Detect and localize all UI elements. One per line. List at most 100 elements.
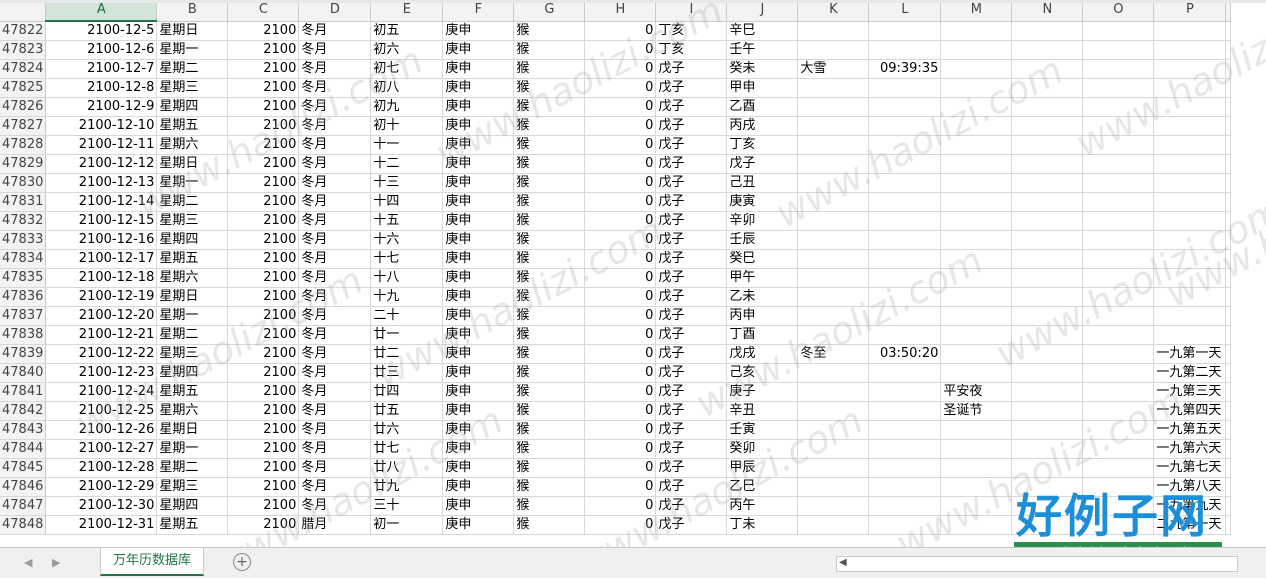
cell-k[interactable] xyxy=(797,211,870,231)
cell-partial[interactable] xyxy=(1225,173,1232,193)
cell-h[interactable]: 0 xyxy=(584,211,657,231)
select-all-corner[interactable] xyxy=(0,0,47,22)
cell-i[interactable]: 戊子 xyxy=(655,477,728,497)
cell-h[interactable]: 0 xyxy=(584,306,657,326)
cell-j[interactable]: 丁未 xyxy=(726,515,799,535)
cell-d[interactable]: 冬月 xyxy=(298,344,372,364)
cell-e[interactable]: 二十 xyxy=(370,306,444,326)
cell-i[interactable]: 戊子 xyxy=(655,211,728,231)
cell-o[interactable] xyxy=(1082,154,1155,174)
cell-a[interactable]: 2100-12-13 xyxy=(45,173,158,193)
cell-p[interactable] xyxy=(1153,116,1227,136)
row-header[interactable]: 47828 xyxy=(0,135,47,155)
cell-a[interactable]: 2100-12-8 xyxy=(45,78,158,98)
cell-a[interactable]: 2100-12-10 xyxy=(45,116,158,136)
cell-m[interactable] xyxy=(940,230,1013,250)
cell-partial[interactable] xyxy=(1225,496,1232,516)
cell-f[interactable]: 庚申 xyxy=(442,59,515,79)
cell-o[interactable] xyxy=(1082,401,1155,421)
cell-l[interactable] xyxy=(868,496,942,516)
cell-a[interactable]: 2100-12-20 xyxy=(45,306,158,326)
row-header[interactable]: 47825 xyxy=(0,78,47,98)
cell-p[interactable]: 一九第三天 xyxy=(1153,382,1227,402)
cell-g[interactable]: 猴 xyxy=(513,116,586,136)
cell-a[interactable]: 2100-12-11 xyxy=(45,135,158,155)
cell-c[interactable]: 2100 xyxy=(227,496,300,516)
cell-c[interactable]: 2100 xyxy=(227,458,300,478)
cell-f[interactable]: 庚申 xyxy=(442,268,515,288)
cell-p[interactable] xyxy=(1153,268,1227,288)
cell-b[interactable]: 星期二 xyxy=(156,325,229,345)
cell-d[interactable]: 冬月 xyxy=(298,496,372,516)
cell-l[interactable] xyxy=(868,458,942,478)
cell-j[interactable]: 庚子 xyxy=(726,382,799,402)
cell-f[interactable]: 庚申 xyxy=(442,287,515,307)
cell-k[interactable] xyxy=(797,21,870,41)
cell-f[interactable]: 庚申 xyxy=(442,477,515,497)
cell-a[interactable]: 2100-12-5 xyxy=(45,21,158,41)
cell-j[interactable]: 壬寅 xyxy=(726,420,799,440)
cell-i[interactable]: 戊子 xyxy=(655,230,728,250)
cell-n[interactable] xyxy=(1011,116,1084,136)
cell-e[interactable]: 初十 xyxy=(370,116,444,136)
cell-n[interactable] xyxy=(1011,306,1084,326)
cell-partial[interactable] xyxy=(1225,344,1232,364)
cell-i[interactable]: 戊子 xyxy=(655,325,728,345)
cell-j[interactable]: 癸未 xyxy=(726,59,799,79)
cell-k[interactable] xyxy=(797,496,870,516)
cell-i[interactable]: 戊子 xyxy=(655,59,728,79)
cell-o[interactable] xyxy=(1082,496,1155,516)
cell-n[interactable] xyxy=(1011,230,1084,250)
cell-n[interactable] xyxy=(1011,135,1084,155)
cell-h[interactable]: 0 xyxy=(584,496,657,516)
cell-a[interactable]: 2100-12-6 xyxy=(45,40,158,60)
row-header[interactable]: 47846 xyxy=(0,477,47,497)
cell-m[interactable] xyxy=(940,287,1013,307)
cell-partial[interactable] xyxy=(1225,325,1232,345)
cell-o[interactable] xyxy=(1082,515,1155,535)
cell-h[interactable]: 0 xyxy=(584,116,657,136)
cell-e[interactable]: 十七 xyxy=(370,249,444,269)
cell-partial[interactable] xyxy=(1225,97,1232,117)
cell-d[interactable]: 冬月 xyxy=(298,211,372,231)
cell-g[interactable]: 猴 xyxy=(513,515,586,535)
cell-f[interactable]: 庚申 xyxy=(442,230,515,250)
cell-n[interactable] xyxy=(1011,363,1084,383)
cell-partial[interactable] xyxy=(1225,211,1232,231)
cell-e[interactable]: 初七 xyxy=(370,59,444,79)
row-header[interactable]: 47836 xyxy=(0,287,47,307)
cell-i[interactable]: 戊子 xyxy=(655,458,728,478)
cell-m[interactable] xyxy=(940,211,1013,231)
row-header[interactable]: 47839 xyxy=(0,344,47,364)
cell-m[interactable] xyxy=(940,420,1013,440)
cell-g[interactable]: 猴 xyxy=(513,97,586,117)
cell-c[interactable]: 2100 xyxy=(227,97,300,117)
cell-c[interactable]: 2100 xyxy=(227,249,300,269)
cell-o[interactable] xyxy=(1082,135,1155,155)
cell-m[interactable] xyxy=(940,515,1013,535)
cell-l[interactable] xyxy=(868,249,942,269)
cell-b[interactable]: 星期四 xyxy=(156,496,229,516)
cell-n[interactable] xyxy=(1011,420,1084,440)
cell-p[interactable] xyxy=(1153,173,1227,193)
sheet-tab-active[interactable]: 万年历数据库 xyxy=(100,548,205,576)
cell-e[interactable]: 十五 xyxy=(370,211,444,231)
cell-l[interactable] xyxy=(868,420,942,440)
cell-n[interactable] xyxy=(1011,401,1084,421)
cell-p[interactable]: 一九第二天 xyxy=(1153,363,1227,383)
cell-m[interactable] xyxy=(940,363,1013,383)
cell-g[interactable]: 猴 xyxy=(513,458,586,478)
column-header-h[interactable]: H xyxy=(584,0,657,22)
cell-d[interactable]: 腊月 xyxy=(298,515,372,535)
cell-h[interactable]: 0 xyxy=(584,287,657,307)
cell-c[interactable]: 2100 xyxy=(227,382,300,402)
cell-c[interactable]: 2100 xyxy=(227,401,300,421)
cell-b[interactable]: 星期日 xyxy=(156,21,229,41)
cell-l[interactable] xyxy=(868,21,942,41)
cell-b[interactable]: 星期二 xyxy=(156,59,229,79)
cell-i[interactable]: 戊子 xyxy=(655,496,728,516)
cell-j[interactable]: 乙未 xyxy=(726,287,799,307)
cell-m[interactable]: 圣诞节 xyxy=(940,401,1013,421)
cell-o[interactable] xyxy=(1082,173,1155,193)
cell-e[interactable]: 廿八 xyxy=(370,458,444,478)
